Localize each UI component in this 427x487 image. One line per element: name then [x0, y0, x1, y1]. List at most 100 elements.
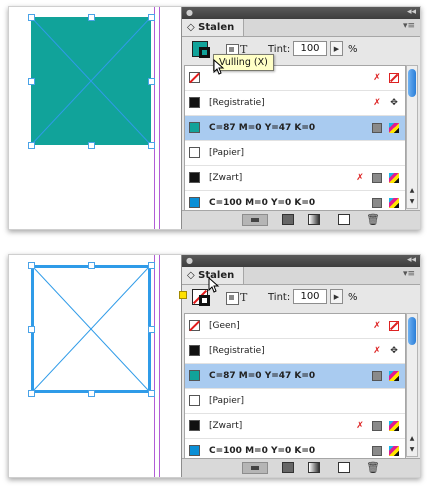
swatch-scrollbar[interactable]: ▲ ▼ [406, 65, 418, 209]
new-color-icon[interactable] [282, 462, 294, 473]
none-swatch-icon [389, 321, 399, 331]
swatch-name: [Registratie] [209, 98, 265, 108]
selection-handle[interactable] [28, 390, 35, 397]
show-swatches-icon[interactable] [242, 462, 268, 474]
vertical-guide[interactable] [159, 255, 160, 477]
swatch-row[interactable]: [Papier] [185, 141, 405, 166]
swatch-row[interactable]: [Registratie] ✥ ✗ [185, 91, 405, 116]
swatch-row[interactable]: [Registratie] ✥ ✗ [185, 339, 405, 364]
stroke-swatch-icon[interactable] [199, 295, 210, 306]
top-scene: ● ◂◂ ◇ Stalen ▾≡ T Tint: ▶ % ✗[Registrat… [8, 6, 421, 230]
stroke-swatch-icon[interactable] [199, 47, 210, 58]
selection-handle[interactable] [148, 142, 155, 149]
panel-tabrow: ◇ Stalen ▾≡ [182, 19, 420, 37]
spot-gray-icon [372, 123, 382, 133]
swatch-row[interactable]: C=87 M=0 Y=47 K=0 [185, 116, 405, 141]
swatch-color-chip [189, 147, 200, 158]
vertical-guide[interactable] [154, 7, 155, 229]
container-format-icon[interactable] [226, 292, 239, 305]
selection-handle[interactable] [28, 78, 35, 85]
registration-icon: ✥ [390, 346, 398, 356]
trash-icon[interactable]: 🗑 [366, 214, 380, 225]
swatch-name: [Papier] [209, 148, 245, 158]
tint-stepper-icon[interactable]: ▶ [330, 41, 343, 56]
selection-handle[interactable] [28, 14, 35, 21]
selection-handle[interactable] [88, 390, 95, 397]
scrollbar-thumb[interactable] [408, 317, 416, 345]
scroll-down-icon[interactable]: ▼ [407, 446, 417, 453]
non-editable-icon: ✗ [356, 173, 364, 183]
tint-input[interactable] [293, 289, 327, 304]
selection-handle[interactable] [28, 262, 35, 269]
swatch-scrollbar[interactable]: ▲ ▼ [406, 313, 418, 457]
tint-stepper-icon[interactable]: ▶ [330, 289, 343, 304]
selection-handle[interactable] [88, 262, 95, 269]
swatch-list: ✗ [Registratie] ✥ ✗ C=87 M=0 Y=47 K=0 [Papier… [184, 65, 406, 216]
swatch-name: [Zwart] [209, 173, 243, 183]
panel-titlebar[interactable]: ● ◂◂ [182, 7, 420, 19]
selection-handle[interactable] [88, 142, 95, 149]
scroll-up-icon[interactable]: ▲ [407, 435, 417, 442]
new-color-icon[interactable] [282, 214, 294, 225]
swatch-name: [Papier] [209, 396, 245, 406]
swatch-row[interactable]: [Zwart] ✗ [185, 414, 405, 439]
swatches-panel: ● ◂◂ ◇ Stalen ▾≡ T Tint: ▶ % [Geen]✗[Reg… [181, 255, 420, 477]
selection-handle[interactable] [148, 390, 155, 397]
panel-menu-icon[interactable]: ▾≡ [403, 269, 415, 279]
tab-stalen[interactable]: ◇ Stalen [182, 19, 245, 36]
close-icon[interactable]: ● [186, 256, 193, 265]
text-format-icon[interactable]: T [240, 291, 247, 304]
spot-gray-icon [372, 446, 382, 456]
scroll-up-icon[interactable]: ▲ [407, 187, 417, 194]
tint-unit: % [348, 292, 358, 303]
swatch-row[interactable]: [Zwart] ✗ [185, 166, 405, 191]
non-editable-icon: ✗ [373, 73, 381, 83]
selection-handle[interactable] [28, 326, 35, 333]
process-cmyk-icon [389, 446, 399, 456]
document-canvas[interactable] [9, 7, 181, 229]
vertical-guide[interactable] [154, 255, 155, 477]
selection-handle[interactable] [88, 14, 95, 21]
swatch-name: [Registratie] [209, 346, 265, 356]
tint-input[interactable] [293, 41, 327, 56]
gradient-icon[interactable] [308, 214, 320, 225]
swatch-name: C=87 M=0 Y=47 K=0 [209, 371, 316, 381]
panel-titlebar[interactable]: ● ◂◂ [182, 255, 420, 267]
selected-frame[interactable] [31, 17, 151, 145]
spot-gray-icon [372, 421, 382, 431]
frame-anchor-point[interactable] [179, 291, 187, 299]
selected-frame[interactable] [31, 265, 151, 393]
show-swatches-icon[interactable] [242, 214, 268, 226]
selection-handle[interactable] [148, 14, 155, 21]
selection-handle[interactable] [28, 142, 35, 149]
panel-menu-icon[interactable]: ▾≡ [403, 21, 415, 31]
swatch-row[interactable]: C=87 M=0 Y=47 K=0 [185, 364, 405, 389]
close-icon[interactable]: ● [186, 8, 193, 17]
new-swatch-icon[interactable] [338, 462, 350, 473]
selection-handle[interactable] [148, 326, 155, 333]
scroll-down-icon[interactable]: ▼ [407, 198, 417, 205]
new-swatch-icon[interactable] [338, 214, 350, 225]
swatch-color-chip [189, 395, 200, 406]
vertical-guide[interactable] [159, 7, 160, 229]
document-canvas[interactable] [9, 255, 181, 477]
swatch-list: [Geen] ✗ [Registratie] ✥ ✗ C=87 M=0 Y=47 K=0 [… [184, 313, 406, 464]
panel-collapse-icon[interactable]: ◂◂ [407, 255, 416, 265]
swatch-color-chip [189, 370, 200, 381]
scrollbar-thumb[interactable] [408, 69, 416, 97]
non-editable-icon: ✗ [356, 421, 364, 431]
trash-icon[interactable]: 🗑 [366, 462, 380, 473]
swatch-color-chip [189, 445, 200, 456]
selection-handle[interactable] [148, 262, 155, 269]
swatch-row[interactable]: [Papier] [185, 389, 405, 414]
non-editable-icon: ✗ [373, 346, 381, 356]
swatch-name: [Zwart] [209, 421, 243, 431]
process-cmyk-icon [389, 173, 399, 183]
selection-handle[interactable] [148, 78, 155, 85]
process-cmyk-icon [389, 371, 399, 381]
gradient-icon[interactable] [308, 462, 320, 473]
swatch-row[interactable]: [Geen] ✗ [185, 314, 405, 339]
panel-collapse-icon[interactable]: ◂◂ [407, 7, 416, 17]
registration-icon: ✥ [390, 98, 398, 108]
swatch-color-chip [189, 320, 200, 331]
